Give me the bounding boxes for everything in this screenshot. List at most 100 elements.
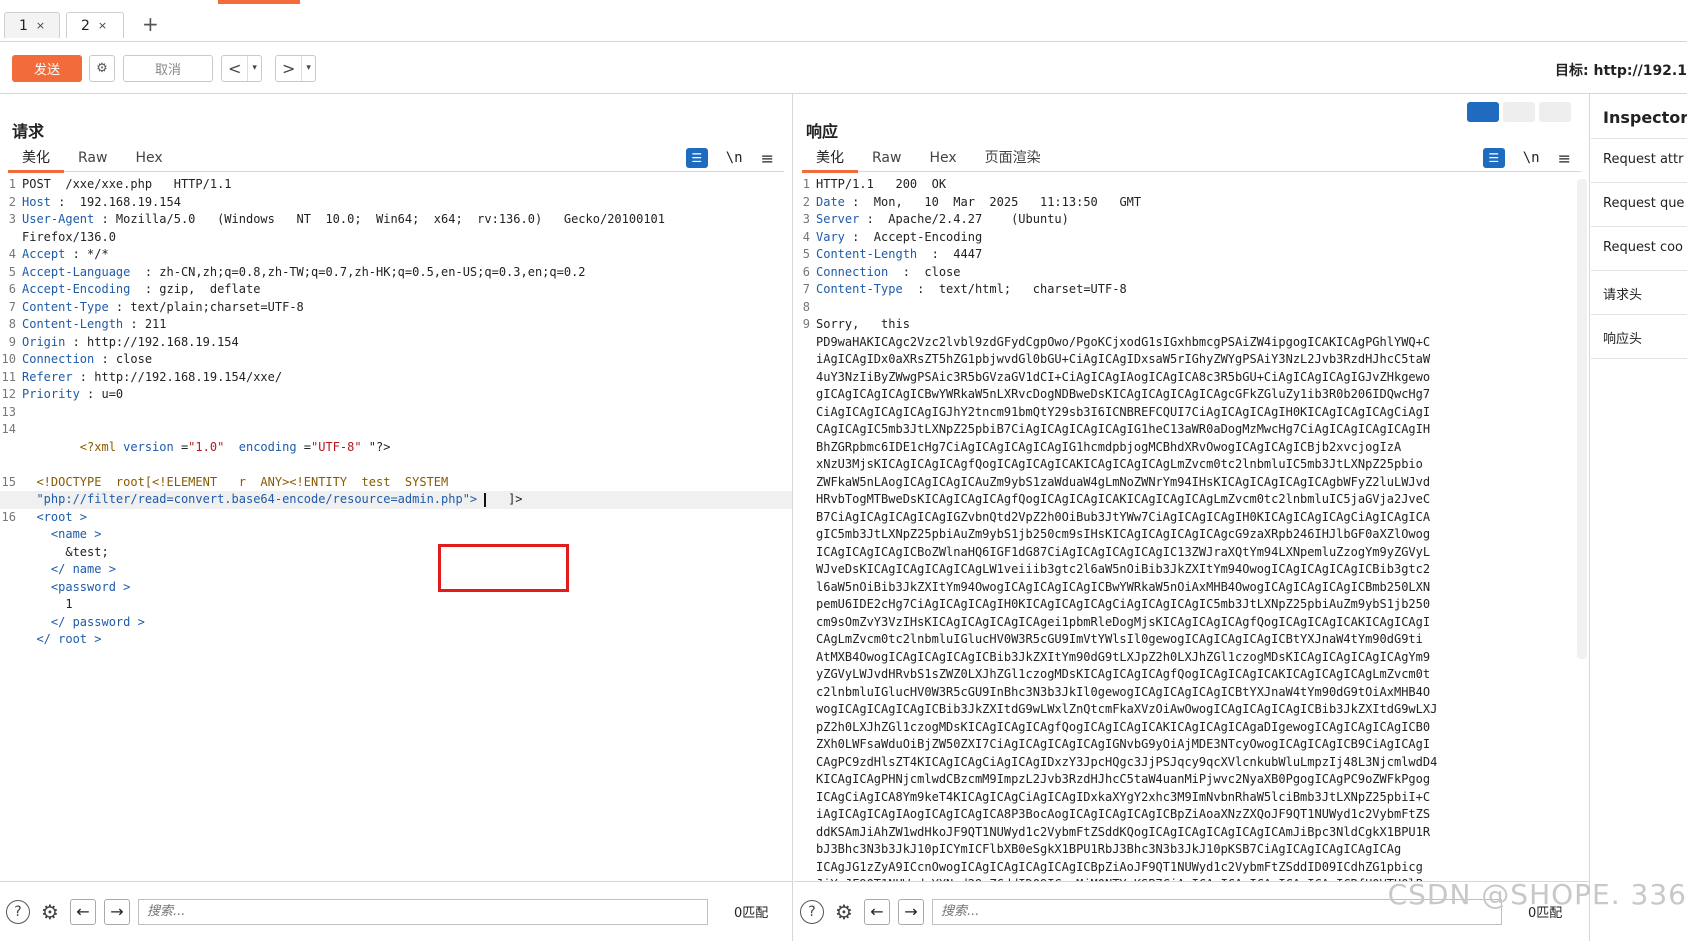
code-line: 15 <!DOCTYPE root[<!ELEMENT r ANY><!ENTI…: [1, 474, 449, 489]
code-text: </ name >: [50, 562, 116, 576]
base64-text: iAgICAgIDx0aXRsZT5hZG1pbjwvdGl0bGU+CiAgI…: [816, 352, 1431, 366]
inspector-item-request-query[interactable]: Request que: [1603, 196, 1684, 211]
base64-text: B7CiAgICAgICAgICAgIGZvbnQtd2VpZ2h0OiBub3…: [816, 509, 1431, 524]
code-line: 16 <root >: [0, 509, 792, 527]
code-line: 5 Content-Length : 4447: [794, 246, 1589, 264]
code-line: </ name >: [0, 561, 792, 579]
divider: [1591, 314, 1687, 315]
arrow-right-icon[interactable]: →: [104, 898, 130, 925]
base64-text: xNzU3MjsKICAgICAgICAgfQogICAgICAgICAKICA…: [816, 457, 1423, 471]
line-number: [0, 561, 22, 579]
response-editor[interactable]: 1 HTTP/1.1 200 OK 2 Date : Mon, 10 Mar 2025…: [794, 176, 1589, 881]
add-tab-icon[interactable]: +: [142, 12, 159, 36]
code-line: ICAgJG1zZyA9ICcnOwogICAgICAgICAgICAgICBp…: [794, 859, 1589, 877]
dropdown-icon[interactable]: ▾: [247, 56, 261, 81]
inspector-item-response-headers[interactable]: 响应头: [1603, 328, 1642, 347]
code-line: AtMXB4OwogICAgICAgICAgICBib3JkZXItYm90dG…: [794, 649, 1589, 667]
base64-text: AtMXB4OwogICAgICAgICAgICBib3JkZXItYm90dG…: [816, 649, 1431, 664]
code-line: 1: [0, 596, 792, 614]
dropdown-icon[interactable]: ▾: [301, 56, 315, 81]
divider: [1591, 270, 1687, 271]
request-editor[interactable]: 1 POST /xxe/xxe.php HTTP/1.1 2 Host : 192.1…: [0, 176, 792, 881]
code-line: l6aW5nOiBib3JkZXItYm94OwogICAgICAgICAgIC…: [794, 579, 1589, 597]
close-icon[interactable]: ×: [36, 19, 45, 32]
help-icon[interactable]: ?: [6, 899, 30, 924]
response-view-tabs: 美化 Raw Hex 页面渲染: [802, 146, 1581, 173]
divider: [1591, 358, 1687, 359]
inspector-item-request-attributes[interactable]: Request attr: [1603, 152, 1683, 167]
response-view-tools: ☰ \n ≡: [1482, 146, 1571, 170]
code-text: Content-Type : text/plain;charset=UTF-8: [22, 299, 304, 314]
line-number: [0, 229, 22, 247]
inspector-item-request-headers[interactable]: 请求头: [1603, 284, 1642, 303]
line-number: 6: [8, 282, 16, 296]
inspector-item-request-cookies[interactable]: Request coo: [1603, 240, 1683, 255]
newline-toggle-icon[interactable]: \n: [726, 150, 743, 166]
cancel-button[interactable]: 取消: [123, 55, 213, 82]
tab-render[interactable]: 页面渲染: [971, 146, 1055, 171]
line-number: 8: [8, 317, 16, 331]
line-number: 12: [1, 387, 16, 401]
request-search-bar: ? ⚙ ← → 0匹配: [0, 881, 792, 941]
code-line: BhZGRpbmc6IDE1cHg7CiAgICAgICAgICAgIG1hcm…: [794, 439, 1589, 457]
code-line: 3 User-Agent : Mozilla/5.0 (Windows NT 10…: [0, 211, 792, 229]
watermark: CSDN @SHOPE. 336: [1387, 878, 1687, 911]
gear-icon[interactable]: ⚙: [38, 900, 62, 924]
line-number: 9: [802, 317, 810, 331]
line-number: 4: [802, 229, 810, 244]
arrow-left-icon[interactable]: ←: [70, 898, 96, 925]
code-line: Firefox/136.0: [0, 229, 792, 247]
code-text: </ password >: [50, 614, 145, 629]
word-wrap-icon[interactable]: ☰: [685, 148, 708, 168]
menu-icon[interactable]: ≡: [761, 149, 774, 168]
base64-text: ICAgICAgICAgICBoZWlnaHQ6IGF1dG87CiAgICAg…: [816, 544, 1431, 559]
gear-icon[interactable]: ⚙: [832, 900, 856, 924]
arrow-right-icon[interactable]: →: [898, 898, 924, 925]
layout-single-icon[interactable]: [1539, 102, 1571, 122]
code-text: Accept : */*: [22, 247, 109, 261]
request-panel: 请求 美化 Raw Hex ☰ \n ≡ 1 POST /xxe/xxe.php …: [0, 94, 793, 941]
line-number: [0, 631, 22, 649]
help-icon[interactable]: ?: [800, 899, 824, 924]
code-line: 7 Content-Type : text/plain;charset=UTF-8: [0, 299, 792, 317]
tab-2[interactable]: 2 ×: [66, 12, 124, 38]
search-input[interactable]: [138, 898, 708, 925]
code-text: Content-Length : 4447: [816, 247, 983, 261]
layout-toggle[interactable]: [1467, 102, 1571, 122]
prev-button[interactable]: < ▾: [221, 55, 262, 82]
code-line: iAgICAgIDx0aXRsZT5hZG1pbjwvdGl0bGU+CiAgI…: [794, 351, 1589, 369]
tab-hex[interactable]: Hex: [121, 146, 176, 171]
tab-raw[interactable]: Raw: [858, 146, 915, 171]
code-line: c2lnbmluIGlucHV0W3R5cGU9InBhc3N3b3JkIl0g…: [794, 684, 1589, 702]
send-button[interactable]: 发送: [12, 55, 82, 82]
settings-button[interactable]: ⚙: [89, 55, 115, 82]
code-line: 3 Server : Apache/2.4.27 (Ubuntu): [794, 211, 1589, 229]
layout-horizontal-icon[interactable]: [1503, 102, 1535, 122]
line-number: 1: [802, 177, 810, 191]
layout-split-icon[interactable]: [1467, 102, 1499, 122]
vertical-scrollbar[interactable]: [1577, 179, 1587, 659]
tab-pretty[interactable]: 美化: [8, 146, 64, 173]
next-button[interactable]: > ▾: [275, 55, 316, 82]
word-wrap-icon[interactable]: ☰: [1482, 148, 1505, 168]
code-text: Firefox/136.0: [22, 229, 116, 244]
code-text: Accept-Language : zh-CN,zh;q=0.8,zh-TW;q…: [22, 264, 586, 279]
line-number: 3: [8, 212, 16, 226]
tab-1[interactable]: 1 ×: [4, 12, 60, 38]
arrow-left-icon[interactable]: ←: [864, 898, 890, 925]
code-line: CAgPC9zdHlsZT4KICAgICAgCiAgICAgIDxzY3Jpc…: [794, 754, 1589, 772]
tab-raw[interactable]: Raw: [64, 146, 121, 171]
tab-pretty[interactable]: 美化: [802, 146, 858, 173]
menu-icon[interactable]: ≡: [1558, 149, 1571, 168]
line-number: 9: [8, 334, 16, 349]
target-label[interactable]: 目标: http://192.1: [1555, 60, 1687, 80]
divider: [1591, 138, 1687, 139]
close-icon[interactable]: ×: [98, 19, 107, 32]
request-view-tabs: 美化 Raw Hex: [8, 146, 784, 173]
match-count: 0匹配: [734, 906, 769, 921]
code-text: 1: [65, 597, 73, 611]
newline-toggle-icon[interactable]: \n: [1523, 150, 1540, 166]
code-line: 2 Host : 192.168.19.154: [0, 194, 792, 212]
tab-hex[interactable]: Hex: [915, 146, 970, 171]
base64-text: 4uY3NzIiByZWwgPSAic3R5bGVzaGV1dCI+CiAgIC…: [816, 369, 1431, 384]
